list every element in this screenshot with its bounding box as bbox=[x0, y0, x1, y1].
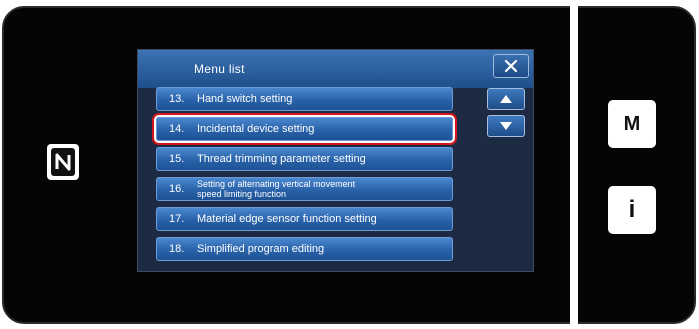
item-number: 17. bbox=[169, 213, 185, 225]
item-label: Thread trimming parameter setting bbox=[197, 153, 366, 165]
mode-button[interactable]: M bbox=[608, 100, 656, 148]
item-label: Setting of alternating vertical movement… bbox=[197, 179, 356, 199]
info-button[interactable]: i bbox=[608, 186, 656, 234]
item-number: 15. bbox=[169, 153, 185, 165]
item-number: 18. bbox=[169, 243, 185, 255]
info-button-label: i bbox=[628, 196, 636, 223]
down-arrow-icon bbox=[500, 122, 512, 130]
menu-item-hand-switch[interactable]: 13. Hand switch setting bbox=[156, 87, 453, 111]
scroll-up-button[interactable] bbox=[487, 88, 525, 110]
up-arrow-icon bbox=[500, 95, 512, 103]
menu-screen: Menu list 13. Hand switch setting 14. In… bbox=[137, 49, 534, 272]
item-label: Material edge sensor function setting bbox=[197, 213, 377, 225]
scroll-down-button[interactable] bbox=[487, 115, 525, 137]
menu-header: Menu list bbox=[138, 50, 533, 88]
close-button[interactable] bbox=[493, 54, 529, 78]
panel-divider bbox=[570, 6, 578, 324]
menu-item-program-editing[interactable]: 18. Simplified program editing bbox=[156, 237, 453, 261]
menu-title: Menu list bbox=[194, 62, 245, 76]
menu-item-incidental-device[interactable]: 14. Incidental device setting bbox=[156, 117, 453, 141]
item-number: 14. bbox=[169, 123, 185, 135]
menu-item-alternating-speed[interactable]: 16. Setting of alternating vertical move… bbox=[156, 177, 453, 201]
menu-item-edge-sensor[interactable]: 17. Material edge sensor function settin… bbox=[156, 207, 453, 231]
close-icon bbox=[504, 59, 518, 73]
item-label: Hand switch setting bbox=[197, 93, 293, 105]
nfc-icon bbox=[47, 144, 79, 180]
mode-button-label: M bbox=[623, 112, 641, 135]
item-number: 13. bbox=[169, 93, 185, 105]
item-number: 16. bbox=[169, 183, 185, 195]
menu-list: 13. Hand switch setting 14. Incidental d… bbox=[156, 87, 453, 267]
menu-item-thread-trimming[interactable]: 15. Thread trimming parameter setting bbox=[156, 147, 453, 171]
item-label: Incidental device setting bbox=[197, 123, 315, 135]
item-label: Simplified program editing bbox=[197, 243, 325, 255]
